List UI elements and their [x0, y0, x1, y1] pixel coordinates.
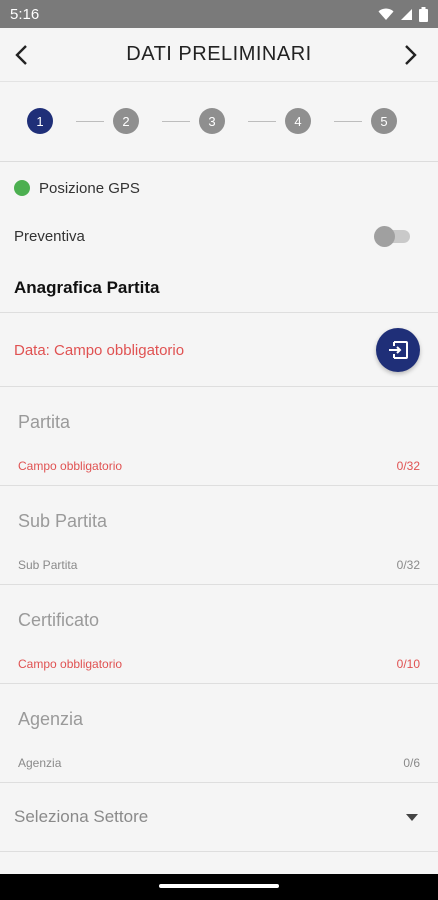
sub-partita-helper: Sub Partita — [18, 558, 78, 572]
step-indicator: 1 2 3 4 5 — [0, 82, 438, 162]
status-icons — [378, 6, 428, 22]
gps-label: Posizione GPS — [39, 179, 140, 197]
date-row: Data: Campo obbligatorio — [0, 326, 438, 374]
step-connector — [334, 121, 362, 122]
home-indicator[interactable] — [159, 884, 279, 888]
date-error-text: Data: Campo obbligatorio — [14, 341, 185, 359]
divider — [0, 312, 438, 313]
partita-field[interactable]: Partita Campo obbligatorio 0/32 — [0, 386, 438, 485]
system-nav-bar — [0, 874, 438, 900]
toggle-thumb — [374, 226, 395, 247]
wifi-icon — [378, 8, 394, 20]
step-4[interactable]: 4 — [285, 108, 311, 134]
step-1[interactable]: 1 — [27, 108, 53, 134]
chevron-right-icon — [405, 45, 417, 65]
step-2[interactable]: 2 — [113, 108, 139, 134]
step-connector — [76, 121, 104, 122]
sub-partita-counter: 0/32 — [396, 558, 420, 572]
date-picker-button[interactable] — [376, 328, 420, 372]
app-bar: DATI PRELIMINARI — [0, 28, 438, 82]
input-icon — [389, 341, 408, 359]
page-title: DATI PRELIMINARI — [126, 43, 312, 65]
agenzia-helper: Agenzia — [18, 756, 62, 770]
settore-select-label: Seleziona Settore — [14, 807, 149, 826]
agenzia-field[interactable]: Agenzia Agenzia 0/6 — [0, 683, 438, 782]
battery-icon — [419, 6, 428, 22]
partita-counter: 0/32 — [396, 459, 420, 473]
preventiva-row: Preventiva — [0, 222, 438, 250]
step-3[interactable]: 3 — [199, 108, 225, 134]
certificato-input[interactable]: Certificato — [18, 610, 99, 631]
signal-icon — [401, 8, 412, 20]
partita-helper: Campo obbligatorio — [18, 459, 123, 473]
sub-partita-field[interactable]: Sub Partita Sub Partita 0/32 — [0, 485, 438, 584]
status-time: 5:16 — [10, 5, 40, 23]
settore-select[interactable]: Seleziona Settore — [0, 783, 438, 851]
agenzia-input[interactable]: Agenzia — [18, 709, 83, 730]
step-connector — [248, 121, 276, 122]
sub-partita-input[interactable]: Sub Partita — [18, 511, 107, 532]
preventiva-label: Preventiva — [14, 227, 85, 245]
forward-button[interactable] — [396, 40, 426, 70]
certificato-field[interactable]: Certificato Campo obbligatorio 0/10 — [0, 584, 438, 683]
gps-status-dot — [14, 180, 30, 196]
certificato-counter: 0/10 — [396, 657, 420, 671]
preventiva-toggle[interactable] — [374, 225, 412, 247]
dropdown-arrow-icon — [406, 813, 418, 821]
back-button[interactable] — [6, 40, 36, 70]
divider — [0, 851, 438, 852]
step-connector — [162, 121, 190, 122]
agenzia-counter: 0/6 — [403, 756, 420, 770]
step-5[interactable]: 5 — [371, 108, 397, 134]
section-title: Anagrafica Partita — [14, 278, 160, 297]
certificato-helper: Campo obbligatorio — [18, 657, 123, 671]
chevron-left-icon — [15, 45, 27, 65]
gps-status-row: Posizione GPS — [0, 174, 438, 202]
status-bar: 5:16 — [0, 0, 438, 28]
partita-input[interactable]: Partita — [18, 412, 70, 433]
